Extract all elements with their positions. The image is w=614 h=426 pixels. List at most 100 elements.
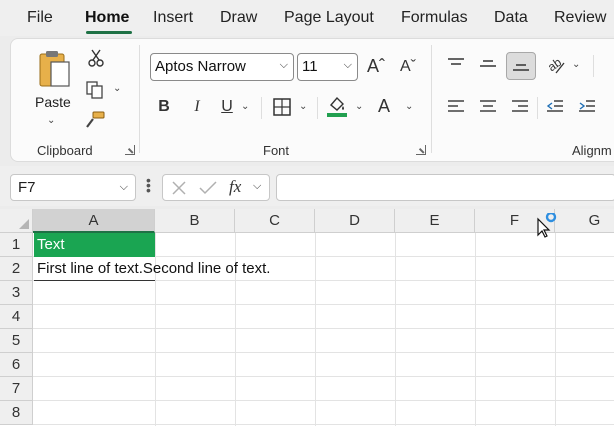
- increase-indent-button[interactable]: [576, 95, 598, 117]
- font-color-dropdown-chevron-icon[interactable]: ⌄: [405, 101, 413, 112]
- chevron-down-icon: ⌵: [253, 180, 262, 192]
- select-all-button[interactable]: [0, 209, 33, 233]
- tab-home[interactable]: Home: [85, 9, 129, 27]
- orientation-icon: ab: [546, 55, 565, 74]
- bold-icon: B: [158, 98, 170, 115]
- row-header-3[interactable]: 3: [0, 281, 33, 305]
- select-all-triangle-icon: [19, 219, 29, 229]
- row-header-6[interactable]: 6: [0, 353, 33, 377]
- mini-separator: [593, 55, 594, 77]
- column-header-g[interactable]: G: [555, 209, 614, 233]
- column-header-d[interactable]: D: [315, 209, 395, 233]
- align-right-icon: [512, 100, 528, 112]
- group-separator: [139, 45, 140, 153]
- row-header-2[interactable]: 2: [0, 257, 33, 281]
- increase-font-size-button[interactable]: Aˆ: [363, 53, 389, 79]
- row-header-4[interactable]: 4: [0, 305, 33, 329]
- italic-button[interactable]: I: [187, 95, 207, 119]
- menu-bar: File Home Insert Draw Page Layout Formul…: [0, 0, 614, 36]
- font-name-combo[interactable]: Aptos Narrow ⌵: [150, 53, 294, 81]
- mini-separator: [261, 97, 262, 119]
- mouse-cursor: [536, 211, 562, 244]
- fill-color-dropdown-chevron-icon[interactable]: ⌄: [355, 101, 363, 112]
- row-header-7[interactable]: 7: [0, 377, 33, 401]
- cell-a1[interactable]: Text: [34, 233, 155, 257]
- fill-color-button[interactable]: [325, 93, 349, 119]
- gridline: [33, 304, 614, 305]
- enter-check-icon[interactable]: [199, 181, 217, 195]
- bold-button[interactable]: B: [153, 95, 175, 119]
- format-painter-button[interactable]: [83, 109, 107, 131]
- top-align-button[interactable]: [445, 53, 467, 75]
- scissors-icon: [88, 49, 104, 67]
- gridline: [315, 233, 316, 426]
- copy-dropdown-chevron-icon[interactable]: ⌄: [113, 83, 121, 94]
- group-separator: [431, 45, 432, 153]
- borders-button[interactable]: [270, 95, 294, 119]
- font-size-combo[interactable]: 11 ⌵: [297, 53, 358, 81]
- middle-align-button[interactable]: [477, 53, 499, 75]
- align-top-icon: [448, 58, 464, 65]
- decrease-indent-button[interactable]: [544, 95, 566, 117]
- column-header-c[interactable]: C: [235, 209, 315, 233]
- copy-button[interactable]: [83, 79, 107, 101]
- paint-bucket-icon: [327, 96, 347, 117]
- clipboard-launcher-icon[interactable]: [125, 145, 135, 155]
- tab-review[interactable]: Review: [554, 9, 606, 27]
- borders-dropdown-chevron-icon[interactable]: ⌄: [299, 101, 307, 112]
- tab-file[interactable]: File: [27, 9, 53, 27]
- tab-draw[interactable]: Draw: [220, 9, 257, 27]
- increase-indent-icon: [579, 100, 595, 112]
- font-launcher-icon[interactable]: [416, 145, 426, 155]
- gridline: [33, 352, 614, 353]
- underline-button[interactable]: U: [217, 95, 237, 119]
- decrease-font-icon: Aˇ: [400, 58, 416, 75]
- gridline: [33, 376, 614, 377]
- insert-function-icon[interactable]: fx: [229, 177, 241, 197]
- column-header-e[interactable]: E: [395, 209, 475, 233]
- decrease-indent-icon: [546, 100, 563, 112]
- busy-cursor-icon: [537, 211, 557, 238]
- row-header-8[interactable]: 8: [0, 401, 33, 425]
- tab-data[interactable]: Data: [494, 9, 528, 27]
- align-left-button[interactable]: [445, 95, 467, 117]
- name-box[interactable]: F7 ⌵: [10, 174, 136, 201]
- font-group-label: Font: [263, 143, 290, 158]
- paste-dropdown-chevron-icon[interactable]: ⌄: [47, 115, 55, 126]
- formula-bar-grip-icon[interactable]: • • •: [146, 173, 151, 197]
- gridline: [395, 233, 396, 426]
- gridline: [555, 233, 556, 426]
- gridline: [33, 400, 614, 401]
- ribbon: Paste ⌄ ⌄ Clipboard Aptos Narrow ⌵ 11 ⌵ …: [10, 38, 614, 162]
- paste-label: Paste: [35, 94, 71, 110]
- tab-insert[interactable]: Insert: [153, 9, 193, 27]
- tab-page-layout[interactable]: Page Layout: [284, 9, 374, 27]
- column-header-b[interactable]: B: [155, 209, 235, 233]
- active-tab-indicator: [86, 31, 132, 34]
- row-header-1[interactable]: 1: [0, 233, 33, 257]
- paste-button[interactable]: [33, 47, 75, 91]
- underline-icon: U: [221, 98, 233, 115]
- tab-formulas[interactable]: Formulas: [401, 9, 468, 27]
- orientation-dropdown-chevron-icon[interactable]: ⌄: [572, 59, 580, 70]
- chevron-down-icon: ⌵: [279, 59, 288, 71]
- bottom-align-button[interactable]: [506, 52, 536, 80]
- decrease-font-size-button[interactable]: Aˇ: [396, 55, 420, 79]
- font-size-value: 11: [302, 58, 318, 75]
- orientation-button[interactable]: ab: [544, 53, 568, 77]
- align-bottom-icon: [513, 64, 529, 71]
- cell-a2[interactable]: First line of text.Second line of text.: [34, 257, 270, 281]
- cancel-icon[interactable]: [172, 181, 186, 195]
- gridline: [33, 424, 614, 425]
- formula-input[interactable]: [276, 174, 614, 201]
- svg-text:ab: ab: [546, 55, 564, 74]
- copy-icon: [86, 81, 103, 99]
- column-header-a[interactable]: A: [33, 209, 155, 233]
- row-header-5[interactable]: 5: [0, 329, 33, 353]
- cut-button[interactable]: [85, 47, 107, 69]
- align-center-button[interactable]: [477, 95, 499, 117]
- underline-dropdown-chevron-icon[interactable]: ⌄: [241, 101, 249, 112]
- align-center-icon: [480, 100, 496, 112]
- align-right-button[interactable]: [509, 95, 531, 117]
- font-color-button[interactable]: A: [373, 93, 395, 119]
